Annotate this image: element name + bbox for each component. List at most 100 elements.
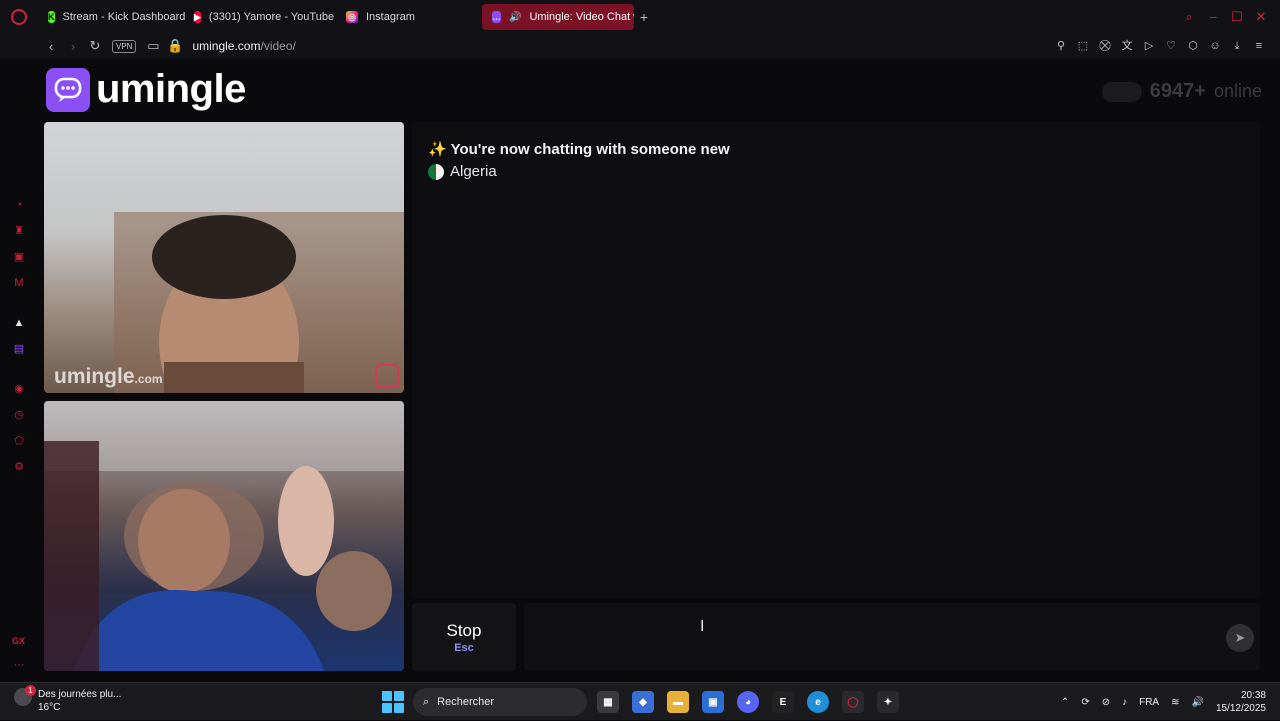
remote-video-frame — [114, 212, 404, 393]
extensions-icon[interactable]: ⬡ — [1186, 39, 1200, 53]
stop-button[interactable]: Stop Esc — [412, 603, 516, 671]
tab-kick[interactable]: K Stream - Kick Dashboard — [38, 4, 185, 30]
search-placeholder: Rechercher — [437, 696, 495, 708]
translate-icon[interactable]: 文 — [1120, 39, 1134, 53]
edge-icon[interactable]: e — [807, 691, 829, 713]
clock[interactable]: 20:38 15/12/2025 — [1216, 689, 1266, 715]
partner-country: ☾ Algeria — [428, 163, 497, 180]
tab-instagram[interactable]: ◎ Instagram — [336, 4, 482, 30]
snapshot-icon[interactable]: ⬚ — [1076, 39, 1090, 53]
adblock-icon[interactable]: ⛒ — [1098, 39, 1112, 53]
maximize-icon[interactable]: ☐ — [1228, 9, 1246, 25]
minimize-icon[interactable]: – — [1204, 9, 1222, 25]
watermark-text: umingle — [54, 365, 135, 388]
forward-icon[interactable]: › — [62, 39, 84, 54]
store-icon[interactable]: ▣ — [702, 691, 724, 713]
settings-icon[interactable]: ⚙ — [12, 460, 26, 474]
gx-control-icon[interactable]: ♜ — [12, 224, 26, 238]
opera-menu-icon[interactable] — [0, 0, 38, 34]
tab-label: (3301) Yamore - YouTube — [208, 11, 335, 23]
volume-icon[interactable]: 🔊 — [1191, 697, 1203, 708]
url-domain: umingle.com — [192, 39, 261, 53]
speaker-icon: 🔊 — [509, 11, 522, 23]
chat-status-message: ✨ You're now chatting with someone new — [428, 141, 730, 158]
language-indicator[interactable]: FRA — [1139, 697, 1159, 708]
search-icon: ⌕ — [423, 695, 430, 708]
speed-dial-icon[interactable]: ◔ — [12, 198, 26, 212]
chevron-up-icon[interactable]: ⌃ — [1061, 697, 1069, 708]
back-icon[interactable]: ‹ — [40, 39, 62, 54]
weather-icon: 1 — [14, 685, 36, 706]
close-icon[interactable]: ✕ — [1252, 9, 1270, 25]
twitch-icon[interactable]: ▤ — [12, 342, 26, 356]
message-input[interactable] — [524, 603, 1260, 671]
stop-label: Stop — [446, 620, 482, 640]
new-tab-button[interactable]: + — [634, 9, 654, 25]
lock-icon[interactable]: 🔒 — [164, 38, 186, 54]
download-icon[interactable]: ⤓ — [1230, 39, 1244, 53]
send-icon[interactable]: ➤ — [1226, 624, 1254, 652]
search-tabs-icon[interactable]: ⌕ — [1180, 9, 1198, 25]
task-view-icon[interactable]: ▦ — [597, 691, 619, 713]
online-toggle[interactable] — [1101, 81, 1142, 102]
aria-icon[interactable]: ▲ — [12, 316, 26, 330]
tab-label: Umingle: Video Chat w — [529, 11, 634, 23]
windows-taskbar: 1 Des journées plu... 16°C ⌕ Rechercher … — [0, 682, 1280, 720]
clock-date: 15/12/2025 — [1215, 703, 1266, 714]
taskbar-search[interactable]: ⌕ Rechercher — [413, 688, 587, 716]
clock-time: 20:38 — [1240, 690, 1266, 701]
pin-icon[interactable]: ⚲ — [1054, 39, 1068, 53]
weather-title: Des journées plu... — [38, 689, 122, 700]
player-icon[interactable]: ▷ — [1142, 39, 1156, 53]
microphone-icon[interactable]: ♪ — [1122, 697, 1127, 708]
online-label: online — [1213, 81, 1262, 101]
tab-youtube[interactable]: ▶ (3301) Yamore - YouTube — [184, 4, 336, 30]
address-bar: ‹ › ↻ VPN ▭ 🔒 umingle.com/video/ ⚲ ⬚ ⛒ 文… — [0, 34, 1280, 58]
reload-icon[interactable]: ↻ — [84, 38, 106, 54]
file-explorer-icon[interactable]: ▬ — [667, 691, 689, 713]
gx-corner-icon[interactable]: ▣ — [12, 250, 26, 264]
chat-panel: ✨ You're now chatting with someone new ☾… — [412, 122, 1260, 598]
camera-icon[interactable]: ▭ — [142, 38, 164, 54]
more-icon[interactable]: ··· — [12, 658, 26, 672]
stop-shortcut: Esc — [454, 641, 474, 654]
start-button[interactable] — [382, 691, 404, 713]
menu-icon[interactable]: ≡ — [1252, 39, 1266, 53]
opera-gx-icon[interactable]: ◯ — [842, 691, 864, 713]
extensions-sidebar-icon[interactable]: ⬠ — [12, 434, 26, 448]
logo-text: umingle — [96, 67, 246, 111]
youtube-icon: ▶ — [194, 11, 201, 23]
local-video — [44, 401, 404, 671]
tab-umingle[interactable]: … 🔊 Umingle: Video Chat w — [482, 4, 634, 30]
app-icon[interactable]: ✦ — [877, 691, 899, 713]
remote-video: umingle.com — [44, 122, 404, 393]
discord-icon[interactable]: ◕ — [737, 691, 759, 713]
history-icon[interactable]: ◷ — [12, 408, 26, 422]
player-sidebar-icon[interactable]: ◉ — [12, 382, 26, 396]
profile-icon[interactable]: ☺ — [1208, 39, 1222, 53]
watermark-suffix: .com — [134, 372, 163, 386]
browser-tab-bar: K Stream - Kick Dashboard ▶ (3301) Yamor… — [0, 0, 1280, 34]
mail-icon[interactable]: M — [12, 276, 26, 290]
local-video-frame — [44, 401, 404, 671]
weather-widget[interactable]: 1 Des journées plu... 16°C — [14, 685, 122, 714]
network-off-icon[interactable]: ⊘ — [1102, 697, 1110, 708]
umingle-logo[interactable]: umingle — [46, 67, 246, 112]
online-indicator: 6947+ online — [1101, 80, 1262, 103]
kick-icon: K — [48, 11, 55, 23]
url-field[interactable]: umingle.com/video/ — [192, 39, 295, 53]
url-path: /video/ — [260, 39, 296, 53]
heart-icon[interactable]: ♡ — [1164, 39, 1178, 53]
epic-games-icon[interactable]: E — [772, 691, 794, 713]
online-count: 6947+ — [1149, 80, 1206, 102]
algeria-flag-icon: ☾ — [428, 163, 444, 180]
vpn-badge[interactable]: VPN — [112, 39, 137, 53]
sync-icon[interactable]: ⟳ — [1081, 697, 1089, 708]
roblox-icon[interactable]: ◆ — [632, 691, 654, 713]
instagram-icon: ◎ — [346, 11, 358, 23]
wifi-icon[interactable]: ≋ — [1171, 697, 1179, 708]
umingle-icon: … — [492, 11, 501, 23]
weather-badge: 1 — [25, 685, 36, 696]
video-watermark: umingle.com — [54, 365, 163, 389]
tab-label: Instagram — [366, 11, 415, 23]
